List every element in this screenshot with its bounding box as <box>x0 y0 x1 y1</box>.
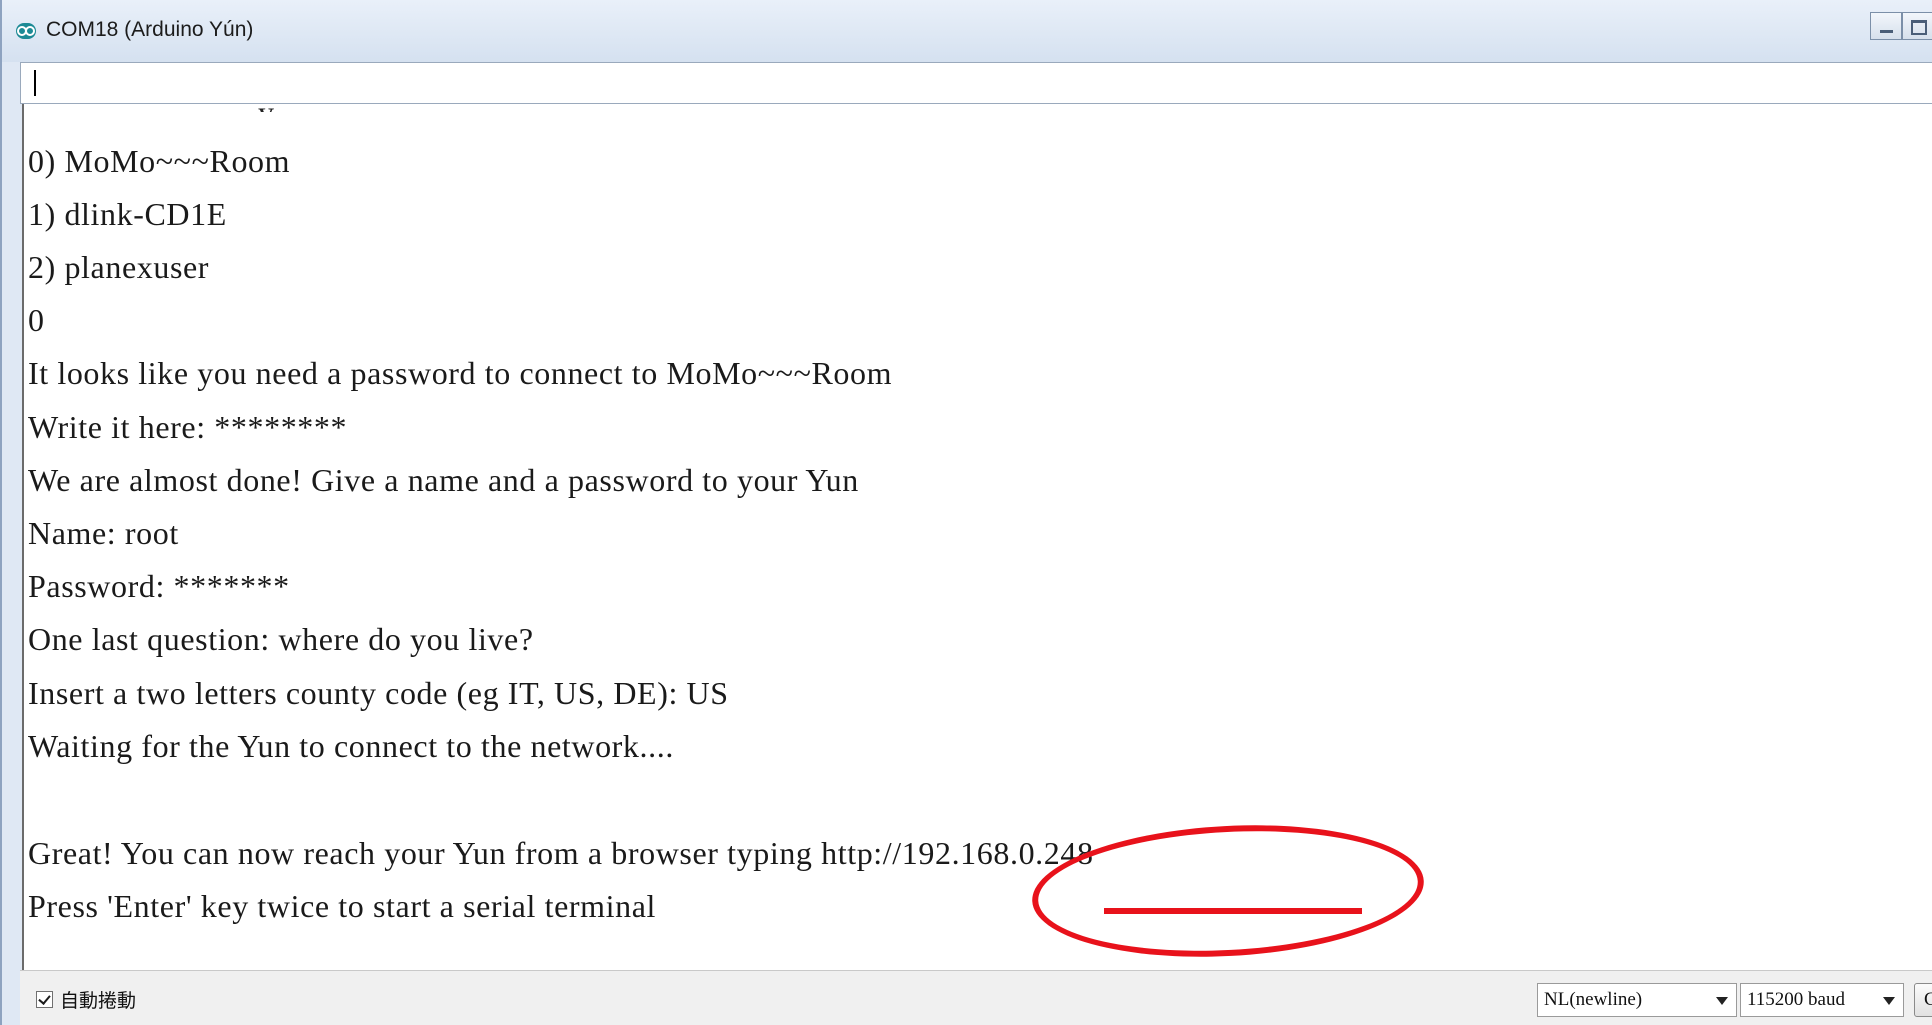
autoscroll-toggle[interactable]: 自動捲動 <box>36 986 136 1013</box>
autoscroll-label: 自動捲動 <box>60 990 137 1012</box>
output-line: One last question: where do you live? <box>28 621 534 657</box>
window-controls <box>1870 12 1932 40</box>
output-line: Password: ******* <box>28 568 290 604</box>
baud-rate-value: 115200 baud <box>1747 989 1845 1010</box>
output-line: It looks like you need a password to con… <box>28 355 893 391</box>
text-caret <box>34 70 36 96</box>
checkbox-checked-icon[interactable] <box>36 991 53 1008</box>
serial-monitor-window: COM18 (Arduino Yún) y 0) MoMo~~~Room 1) … <box>0 0 1932 1025</box>
window-title: COM18 (Arduino Yún) <box>46 18 254 41</box>
output-line: 2) planexuser <box>28 249 210 285</box>
arduino-app-icon <box>16 23 36 39</box>
maximize-button[interactable] <box>1902 12 1932 40</box>
output-line: We are almost done! Give a name and a pa… <box>28 462 859 498</box>
scrolled-partial-line: y <box>24 104 1932 112</box>
status-bar: 自動捲動 NL(newline) 115200 baud Clear outpu… <box>20 970 1932 1025</box>
serial-send-input[interactable] <box>21 63 1932 103</box>
output-line: 1) dlink-CD1E <box>28 196 227 232</box>
output-line: Write it here: ******** <box>28 409 348 445</box>
output-line: Name: root <box>28 515 179 551</box>
baud-rate-select[interactable]: 115200 baud <box>1740 983 1904 1017</box>
send-input-row <box>20 62 1932 104</box>
line-ending-value: NL(newline) <box>1544 989 1643 1010</box>
output-line: Insert a two letters county code (eg IT,… <box>28 675 729 711</box>
output-line: Great! You can now reach your Yun from a… <box>28 835 1094 871</box>
output-line: Press 'Enter' key twice to start a seria… <box>28 888 656 924</box>
output-line: 0) MoMo~~~Room <box>28 143 291 179</box>
dropdown-arrow-icon <box>1883 997 1895 1005</box>
minimize-button[interactable] <box>1870 12 1902 40</box>
line-ending-select[interactable]: NL(newline) <box>1537 983 1737 1017</box>
output-line: Waiting for the Yun to connect to the ne… <box>28 728 674 764</box>
output-line: 0 <box>28 302 45 338</box>
clear-output-button[interactable]: Clear output <box>1914 983 1932 1017</box>
dropdown-arrow-icon <box>1716 997 1728 1005</box>
ip-address-annotation-underline <box>1104 908 1362 914</box>
title-bar[interactable]: COM18 (Arduino Yún) <box>2 0 1932 62</box>
serial-output[interactable]: y 0) MoMo~~~Room 1) dlink-CD1E 2) planex… <box>22 104 1932 970</box>
